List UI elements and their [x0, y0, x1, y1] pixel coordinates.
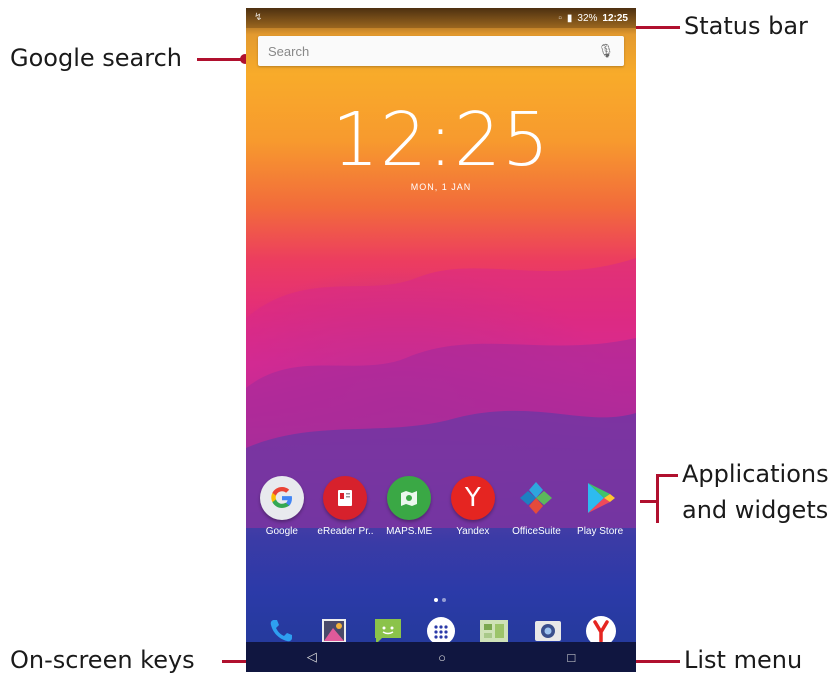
ereader-icon	[323, 476, 368, 520]
google-search-callout: Google search	[10, 44, 182, 72]
home-button[interactable]: ○	[438, 650, 446, 665]
applications-bracket	[656, 475, 659, 523]
microphone-icon[interactable]: 🎙	[597, 43, 614, 59]
yandex-icon: Y	[450, 476, 495, 520]
app-maps-me[interactable]: MAPS.ME	[378, 476, 440, 537]
app-yandex[interactable]: Y Yandex	[442, 476, 504, 537]
status-bar-callout: Status bar	[684, 12, 808, 40]
app-label: OfficeSuite	[512, 526, 561, 537]
google-icon	[259, 476, 304, 520]
maps-icon	[387, 476, 432, 520]
recents-button[interactable]: □	[567, 650, 575, 665]
applications-callout-line1: Applications	[682, 460, 829, 488]
app-label: Google	[265, 526, 298, 537]
search-placeholder: Search	[268, 43, 310, 59]
notification-icon: ↯	[254, 12, 263, 23]
google-search-bar[interactable]: Search 🎙	[258, 36, 624, 66]
navigation-bar: ◁ ○ □	[246, 642, 636, 672]
status-time: 12:25	[602, 12, 628, 24]
clock-widget-time[interactable]: 12:25	[246, 100, 636, 180]
status-bar-leader	[630, 26, 680, 29]
applications-bracket-stub	[640, 500, 658, 503]
play-store-icon	[578, 476, 622, 520]
back-button[interactable]: ◁	[307, 649, 317, 665]
on-screen-keys-callout: On-screen keys	[10, 646, 195, 674]
app-row: Google eReader Pr.. MAPS.ME Y Yandex Off…	[246, 476, 636, 537]
clock-widget-date: MON, 1 JAN	[410, 182, 472, 192]
app-play-store[interactable]: Play Store	[569, 476, 631, 537]
page-dot-active	[434, 598, 438, 602]
battery-percent: 32%	[577, 12, 598, 24]
app-officesuite[interactable]: OfficeSuite	[505, 476, 567, 537]
status-bar[interactable]: ↯ ▫ ▮ 32% 12:25	[246, 8, 636, 28]
page-indicator	[434, 598, 446, 602]
android-home-screen: ↯ ▫ ▮ 32% 12:25 Search 🎙 12:25 MON, 1 JA…	[246, 8, 636, 672]
applications-bracket-top	[656, 474, 678, 477]
app-ereader[interactable]: eReader Pr..	[314, 476, 376, 537]
app-label: MAPS.ME	[386, 526, 433, 537]
list-menu-callout: List menu	[684, 646, 803, 674]
app-google[interactable]: Google	[251, 476, 313, 537]
app-label: eReader Pr..	[317, 526, 374, 537]
app-label: Play Store	[577, 526, 624, 537]
battery-icon: ▮	[566, 12, 573, 24]
applications-callout-line2: and widgets	[682, 496, 829, 524]
app-label: Yandex	[456, 526, 490, 537]
officesuite-icon	[514, 476, 558, 520]
sim-icon: ▫	[558, 12, 562, 24]
page-dot	[442, 598, 446, 602]
